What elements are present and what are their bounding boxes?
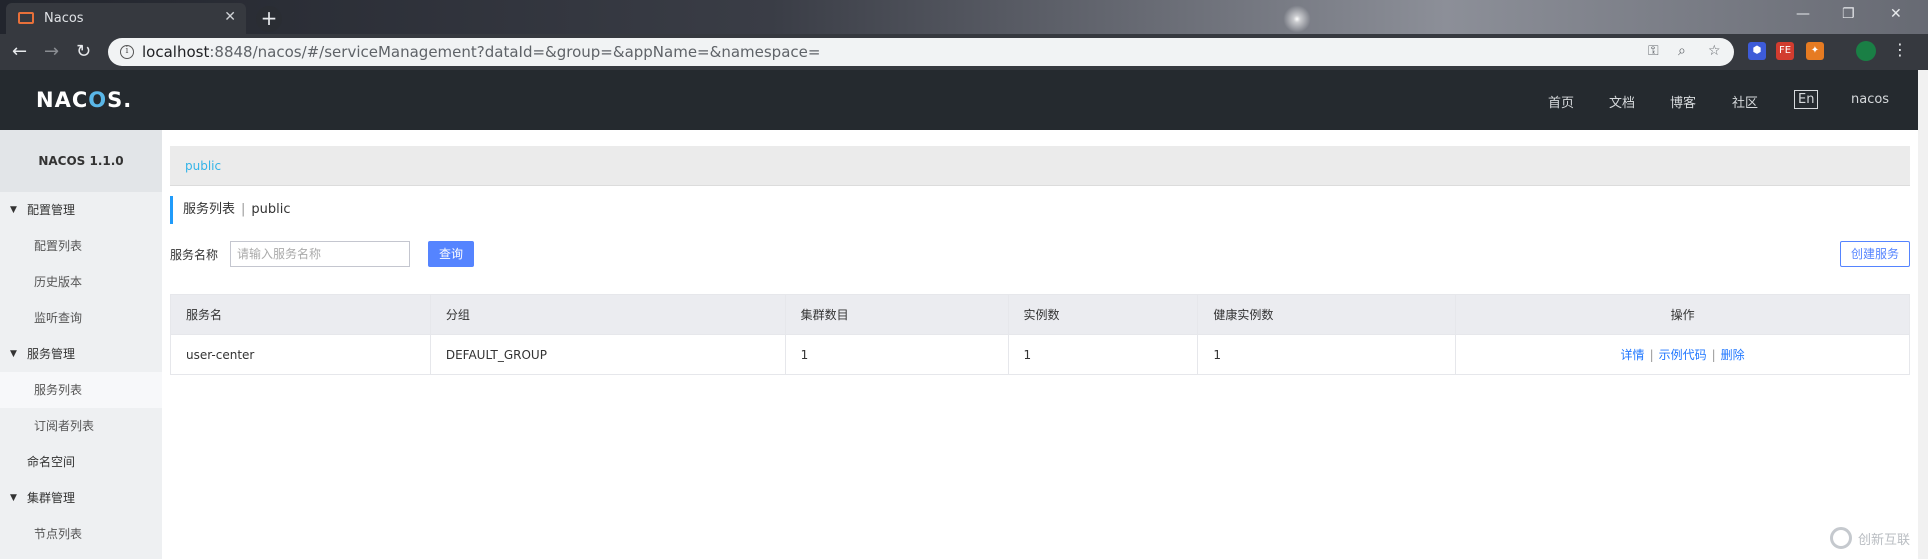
wallpaper-star <box>1280 4 1314 34</box>
sidebar-group-cluster[interactable]: ▼ 集群管理 <box>0 480 162 516</box>
col-header-instance-count: 实例数 <box>1007 294 1199 335</box>
page-title: 服务列表 | public <box>170 196 291 224</box>
extension-orange-icon[interactable]: ✦ <box>1806 42 1824 60</box>
profile-avatar-icon[interactable] <box>1856 41 1876 61</box>
detail-link[interactable]: 详情 <box>1621 348 1645 362</box>
sidebar-item-namespace[interactable]: 命名空间 <box>0 444 162 480</box>
service-name-input[interactable] <box>230 241 410 267</box>
service-name-label: 服务名称 <box>170 248 219 262</box>
version-label: NACOS 1.1.0 <box>0 130 162 192</box>
col-header-actions: 操作 <box>1455 294 1910 335</box>
browser-tab[interactable]: Nacos ✕ <box>6 3 246 34</box>
cell-actions: 详情 | 示例代码 | 删除 <box>1455 334 1910 375</box>
browser-toolbar: ← → ↻ i localhost:8848/nacos/#/serviceMa… <box>0 34 1928 70</box>
browser-menu-icon[interactable]: ⋮ <box>1892 40 1908 59</box>
cell-cluster-count: 1 <box>784 334 1009 375</box>
watermark-logo-icon <box>1830 527 1852 549</box>
app-header: NACOS. 首页 文档 博客 社区 En nacos <box>0 70 1918 130</box>
zoom-icon[interactable]: ⌕ <box>1678 43 1686 59</box>
extension-fe-icon[interactable]: FE <box>1776 42 1794 60</box>
col-header-group: 分组 <box>429 294 786 335</box>
forward-icon[interactable]: → <box>44 41 59 62</box>
site-info-icon[interactable]: i <box>120 45 134 59</box>
create-service-button[interactable]: 创建服务 <box>1840 241 1910 267</box>
cell-healthy-count: 1 <box>1197 334 1457 375</box>
cell-service-name: user-center <box>170 334 431 375</box>
nav-blog[interactable]: 博客 <box>1670 92 1696 111</box>
caret-down-icon: ▼ <box>10 349 17 359</box>
restore-icon[interactable]: ❐ <box>1842 6 1855 22</box>
sidebar-item-node-list[interactable]: 节点列表 <box>0 516 162 552</box>
page-scrollbar[interactable] <box>1918 70 1928 559</box>
namespace-bar: public <box>170 146 1910 186</box>
caret-down-icon: ▼ <box>10 205 17 215</box>
extension-shield-icon[interactable]: ⬢ <box>1748 42 1766 60</box>
sidebar: NACOS 1.1.0 ▼ 配置管理 配置列表 历史版本 监听查询 ▼ 服务管理… <box>0 130 162 559</box>
delete-link[interactable]: 删除 <box>1721 348 1745 362</box>
namespace-link[interactable]: public <box>185 159 221 173</box>
minimize-icon[interactable]: — <box>1796 6 1810 22</box>
sidebar-item-config-list[interactable]: 配置列表 <box>0 228 162 264</box>
sidebar-item-listener-query[interactable]: 监听查询 <box>0 300 162 336</box>
sidebar-group-config[interactable]: ▼ 配置管理 <box>0 192 162 228</box>
sidebar-item-subscribers[interactable]: 订阅者列表 <box>0 408 162 444</box>
caret-down-icon: ▼ <box>10 493 17 503</box>
user-menu[interactable]: nacos <box>1851 92 1889 107</box>
sidebar-item-history[interactable]: 历史版本 <box>0 264 162 300</box>
back-icon[interactable]: ← <box>12 41 27 62</box>
table-header-row: 服务名 分组 集群数目 实例数 健康实例数 操作 <box>170 294 1910 335</box>
sidebar-group-service[interactable]: ▼ 服务管理 <box>0 336 162 372</box>
service-table: 服务名 分组 集群数目 实例数 健康实例数 操作 user-center DEF… <box>170 294 1910 375</box>
action-divider: | <box>1711 348 1716 362</box>
nav-docs[interactable]: 文档 <box>1609 92 1635 111</box>
col-header-cluster-count: 集群数目 <box>784 294 1009 335</box>
nav-home[interactable]: 首页 <box>1548 92 1574 111</box>
query-button[interactable]: 查询 <box>428 241 474 267</box>
cell-instance-count: 1 <box>1007 334 1199 375</box>
watermark: 创新互联 <box>1830 523 1928 553</box>
action-divider: | <box>1649 348 1654 362</box>
reload-icon[interactable]: ↻ <box>76 41 91 62</box>
window-close-icon[interactable]: ✕ <box>1890 6 1902 22</box>
nacos-logo[interactable]: NACOS. <box>36 88 132 112</box>
nacos-favicon-icon <box>18 12 34 24</box>
key-icon[interactable]: ⚿ <box>1648 43 1659 59</box>
address-bar[interactable]: i localhost:8848/nacos/#/serviceManageme… <box>108 38 1734 66</box>
url-text[interactable]: localhost:8848/nacos/#/serviceManagement… <box>142 43 820 61</box>
bookmark-star-icon[interactable]: ☆ <box>1708 43 1721 59</box>
new-tab-button[interactable]: + <box>256 6 282 32</box>
sample-code-link[interactable]: 示例代码 <box>1659 348 1707 362</box>
language-toggle[interactable]: En <box>1794 90 1819 109</box>
nav-community[interactable]: 社区 <box>1732 92 1758 111</box>
browser-tab-strip: Nacos ✕ + — ❐ ✕ <box>0 0 1928 34</box>
cell-group: DEFAULT_GROUP <box>429 334 786 375</box>
col-header-healthy-count: 健康实例数 <box>1197 294 1457 335</box>
tab-close-icon[interactable]: ✕ <box>224 9 236 25</box>
tab-title: Nacos <box>44 11 84 26</box>
table-row: user-center DEFAULT_GROUP 1 1 1 详情 | 示例代码 |… <box>170 334 1910 375</box>
col-header-service-name: 服务名 <box>170 294 431 335</box>
sidebar-item-service-list[interactable]: 服务列表 <box>0 372 162 408</box>
